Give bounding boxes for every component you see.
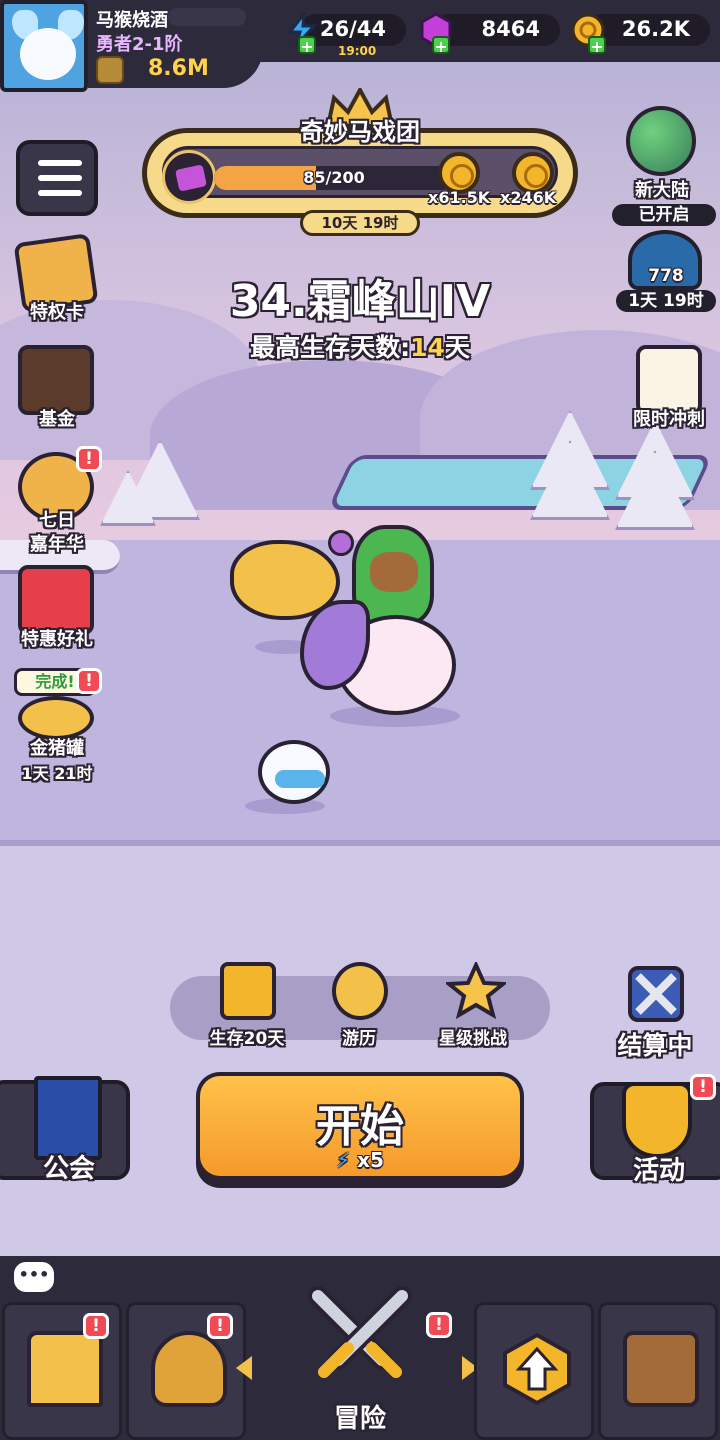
- settlement-button[interactable]: 结算中: [600, 962, 710, 1062]
- helmet-icon: [151, 1331, 227, 1407]
- power-value: 8.6M: [148, 56, 209, 81]
- add-gold-button[interactable]: +: [588, 36, 606, 55]
- new-world-label: 新大陆: [635, 180, 689, 201]
- piggy-timer: 1天 21时: [21, 764, 93, 783]
- crossed-swords-icon: [308, 1286, 412, 1378]
- upgrade-arrow-icon: [499, 1331, 575, 1407]
- nav-tab-shop[interactable]: !: [2, 1302, 122, 1440]
- event-timer: 10天 19时: [300, 210, 420, 236]
- menu-icon: [38, 160, 82, 166]
- notification-badge: !: [83, 1313, 109, 1339]
- crossed-swords-icon: [628, 966, 684, 1022]
- player-avatar[interactable]: [0, 0, 88, 92]
- player-name: 马猴烧酒: [96, 10, 168, 31]
- event-progress-text: 85/200: [303, 168, 365, 187]
- nav-adventure-label: 冒险: [333, 1404, 386, 1434]
- ticket-icon: [162, 150, 216, 204]
- travel-label: 游历: [342, 1029, 376, 1049]
- reward-amount-1: x61.5K: [428, 188, 491, 207]
- add-energy-button[interactable]: +: [298, 36, 316, 55]
- start-cost-value: x5: [357, 1148, 384, 1172]
- best-days-value: 14: [410, 333, 445, 362]
- chapter-timer: 1天 19时: [616, 290, 716, 312]
- new-world-status: 已开启: [612, 204, 716, 226]
- nav-tab-equipment[interactable]: !: [126, 1302, 246, 1440]
- notification-badge: !: [426, 1312, 452, 1338]
- survive-days-button[interactable]: 生存20天: [192, 962, 302, 1052]
- special-gift-button[interactable]: 特惠好礼: [2, 565, 112, 665]
- treasure-cage-icon: [220, 962, 276, 1020]
- carnival-label: 嘉年华: [30, 534, 84, 555]
- guild-label: 公会: [42, 1154, 95, 1184]
- globe-icon: [626, 106, 696, 176]
- star-icon: [443, 960, 509, 1020]
- limited-sprint-button[interactable]: 限时冲刺: [614, 345, 720, 445]
- start-label: 开始: [316, 1101, 404, 1152]
- privilege-card-label: 特权卡: [30, 302, 84, 323]
- gem-value: 8464: [481, 17, 540, 41]
- seven-day-label: 七日: [39, 510, 75, 531]
- hero-face: [370, 552, 418, 592]
- start-cost: ⚡ x5: [196, 1148, 524, 1172]
- energy-timer: 19:00: [338, 44, 377, 58]
- nav-tab-treasure[interactable]: [598, 1302, 718, 1440]
- shop-icon: [27, 1331, 103, 1407]
- notification-badge: !: [207, 1313, 233, 1339]
- event-title: 奇妙马戏团: [300, 118, 420, 146]
- purple-orb: [328, 530, 354, 556]
- gold-value: 26.2K: [621, 17, 690, 41]
- energy-value: 26/44: [319, 17, 386, 41]
- chapter-reward-button[interactable]: 778 1天 19时: [616, 230, 716, 314]
- special-gift-label: 特惠好礼: [21, 629, 93, 650]
- chapter-number: 778: [648, 266, 684, 286]
- compass-icon: [332, 962, 388, 1020]
- chat-bubble-icon[interactable]: •••: [14, 1262, 54, 1292]
- star-challenge-label: 星级挑战: [439, 1029, 507, 1049]
- player-rank: 勇者2-1阶: [96, 34, 183, 55]
- add-gems-button[interactable]: +: [432, 36, 450, 55]
- star-challenge-button[interactable]: 星级挑战: [418, 960, 528, 1052]
- piggy-bank-button[interactable]: 完成! ! 金猪罐 1天 21时: [2, 668, 112, 783]
- limited-sprint-label: 限时冲刺: [633, 409, 705, 430]
- name-bar: [168, 8, 246, 26]
- event-banner[interactable]: 奇妙马戏团 85/200 x61.5K x246K 10天 19时: [128, 88, 592, 238]
- notification-badge: !: [76, 446, 102, 472]
- privilege-card-button[interactable]: 特权卡: [2, 233, 112, 338]
- nav-tab-upgrade[interactable]: [474, 1302, 594, 1440]
- activity-label: 活动: [632, 1156, 685, 1186]
- survive-days-label: 生存20天: [209, 1029, 285, 1049]
- fund-label: 基金: [39, 409, 75, 430]
- player-info-panel[interactable]: 马猴烧酒 勇者2-1阶 8.6M: [88, 0, 263, 88]
- menu-button[interactable]: [16, 140, 98, 216]
- lightning-icon: ⚡: [336, 1148, 351, 1172]
- new-world-button[interactable]: 新大陆 已开启: [606, 100, 718, 228]
- best-days-label: 最高生存天数:: [250, 333, 411, 362]
- reward-amount-2: x246K: [500, 188, 557, 207]
- piggy-bank-label: 金猪罐: [30, 738, 84, 759]
- bunny-avatar-icon: [20, 28, 76, 80]
- treasure-chest-icon: [623, 1331, 699, 1407]
- notification-badge: !: [76, 668, 102, 694]
- settlement-label: 结算中: [617, 1031, 693, 1060]
- travel-button[interactable]: 游历: [304, 962, 414, 1052]
- activity-button[interactable]: 活动 !: [590, 1074, 720, 1186]
- notification-badge: !: [690, 1074, 716, 1100]
- seven-day-carnival-button[interactable]: 七日 嘉年华 !: [2, 446, 112, 555]
- fund-button[interactable]: 基金: [2, 345, 112, 445]
- crown-shield-icon: [622, 1082, 692, 1158]
- start-button[interactable]: 开始 ⚡ x5: [196, 1072, 524, 1188]
- nav-tab-adventure[interactable]: ! 冒险: [248, 1280, 472, 1440]
- helmet-icon: [96, 56, 124, 84]
- best-days-unit: 天: [444, 333, 470, 362]
- guild-button[interactable]: 公会: [0, 1076, 130, 1184]
- bunny-scarf: [275, 770, 325, 788]
- top-bar: 马猴烧酒 勇者2-1阶 8.6M 26/44 + 19:00 8464 + 26…: [0, 0, 720, 92]
